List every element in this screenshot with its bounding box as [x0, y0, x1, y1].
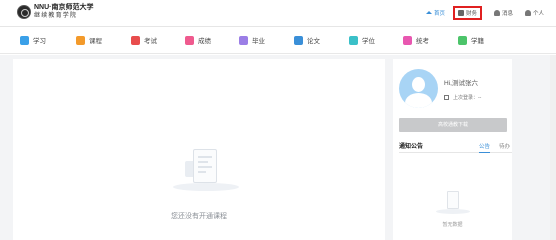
user-side-panel: Hi,测试张六 上次登录： -- 高校通教下载 通知公告 公告 待办 暂无数据: [393, 59, 512, 240]
user-icon: [524, 10, 531, 16]
home-icon: [425, 10, 432, 14]
nav-item-graduation[interactable]: 毕业: [239, 35, 265, 45]
top-nav-finance[interactable]: 财务: [452, 6, 482, 20]
student-status-icon: [458, 35, 467, 45]
unified-exam-icon: [403, 35, 412, 45]
logo-subtitle: 继续教育学院: [34, 13, 78, 19]
download-button[interactable]: 高校通教下载: [399, 118, 507, 132]
notice-title: 通知公告: [399, 144, 424, 150]
top-nav: 首页 财务 消息 个人: [414, 6, 544, 20]
top-nav-home[interactable]: 首页: [425, 9, 445, 17]
thesis-icon: [294, 35, 303, 45]
last-login-value: --: [478, 94, 482, 101]
nav-item-thesis[interactable]: 论文: [294, 35, 320, 45]
nav-item-study[interactable]: 学习: [20, 35, 46, 45]
document-icon: [193, 149, 217, 183]
no-data-text: 暂无数据: [442, 222, 463, 228]
module-navbar: 学习 课程 考试 成绩 毕业 论文 学位 统考 学籍: [0, 27, 556, 54]
last-login-label: 上次登录：: [453, 95, 479, 101]
top-header: NNU·南京师范大学 继续教育学院 首页 财务 消息 个人: [0, 0, 556, 27]
course-icon: [76, 35, 85, 45]
university-logo[interactable]: NNU·南京师范大学 继续教育学院: [17, 4, 94, 20]
empty-state-text: 您还没有开通课程: [171, 213, 227, 220]
university-seal-icon: [17, 5, 31, 19]
last-login: 上次登录： --: [444, 94, 481, 101]
page-scrollbar[interactable]: [550, 55, 556, 240]
finance-icon: [457, 10, 464, 16]
graduation-icon: [239, 35, 248, 45]
notice-header: 通知公告 公告 待办: [399, 141, 512, 153]
nav-item-student-status[interactable]: 学籍: [458, 35, 484, 45]
degree-icon: [349, 35, 358, 45]
score-icon: [185, 35, 194, 45]
no-data-illustration: [436, 189, 470, 219]
nav-item-exam[interactable]: 考试: [131, 35, 157, 45]
main-area: 您还没有开通课程 Hi,测试张六 上次登录： -- 高校通教下载 通知公告 公告…: [0, 55, 556, 240]
tab-announcements[interactable]: 公告: [479, 142, 491, 153]
course-content-panel: 您还没有开通课程: [13, 59, 385, 240]
nav-item-unified-exam[interactable]: 统考: [403, 35, 429, 45]
nav-item-degree[interactable]: 学位: [349, 35, 375, 45]
calendar-icon: [444, 95, 449, 100]
exam-icon: [131, 35, 140, 45]
study-icon: [20, 35, 29, 45]
bell-icon: [493, 10, 500, 16]
user-greeting: Hi,测试张六: [444, 80, 478, 87]
nav-item-course[interactable]: 课程: [76, 35, 102, 45]
document-icon: [447, 191, 459, 209]
top-nav-profile[interactable]: 个人: [524, 9, 544, 17]
logo-title: NNU·南京师范大学: [34, 4, 94, 11]
nav-item-score[interactable]: 成绩: [185, 35, 211, 45]
tab-todo[interactable]: 待办: [499, 142, 510, 150]
avatar[interactable]: [399, 69, 438, 108]
empty-state-illustration: [173, 141, 239, 197]
top-nav-messages[interactable]: 消息: [493, 9, 513, 17]
